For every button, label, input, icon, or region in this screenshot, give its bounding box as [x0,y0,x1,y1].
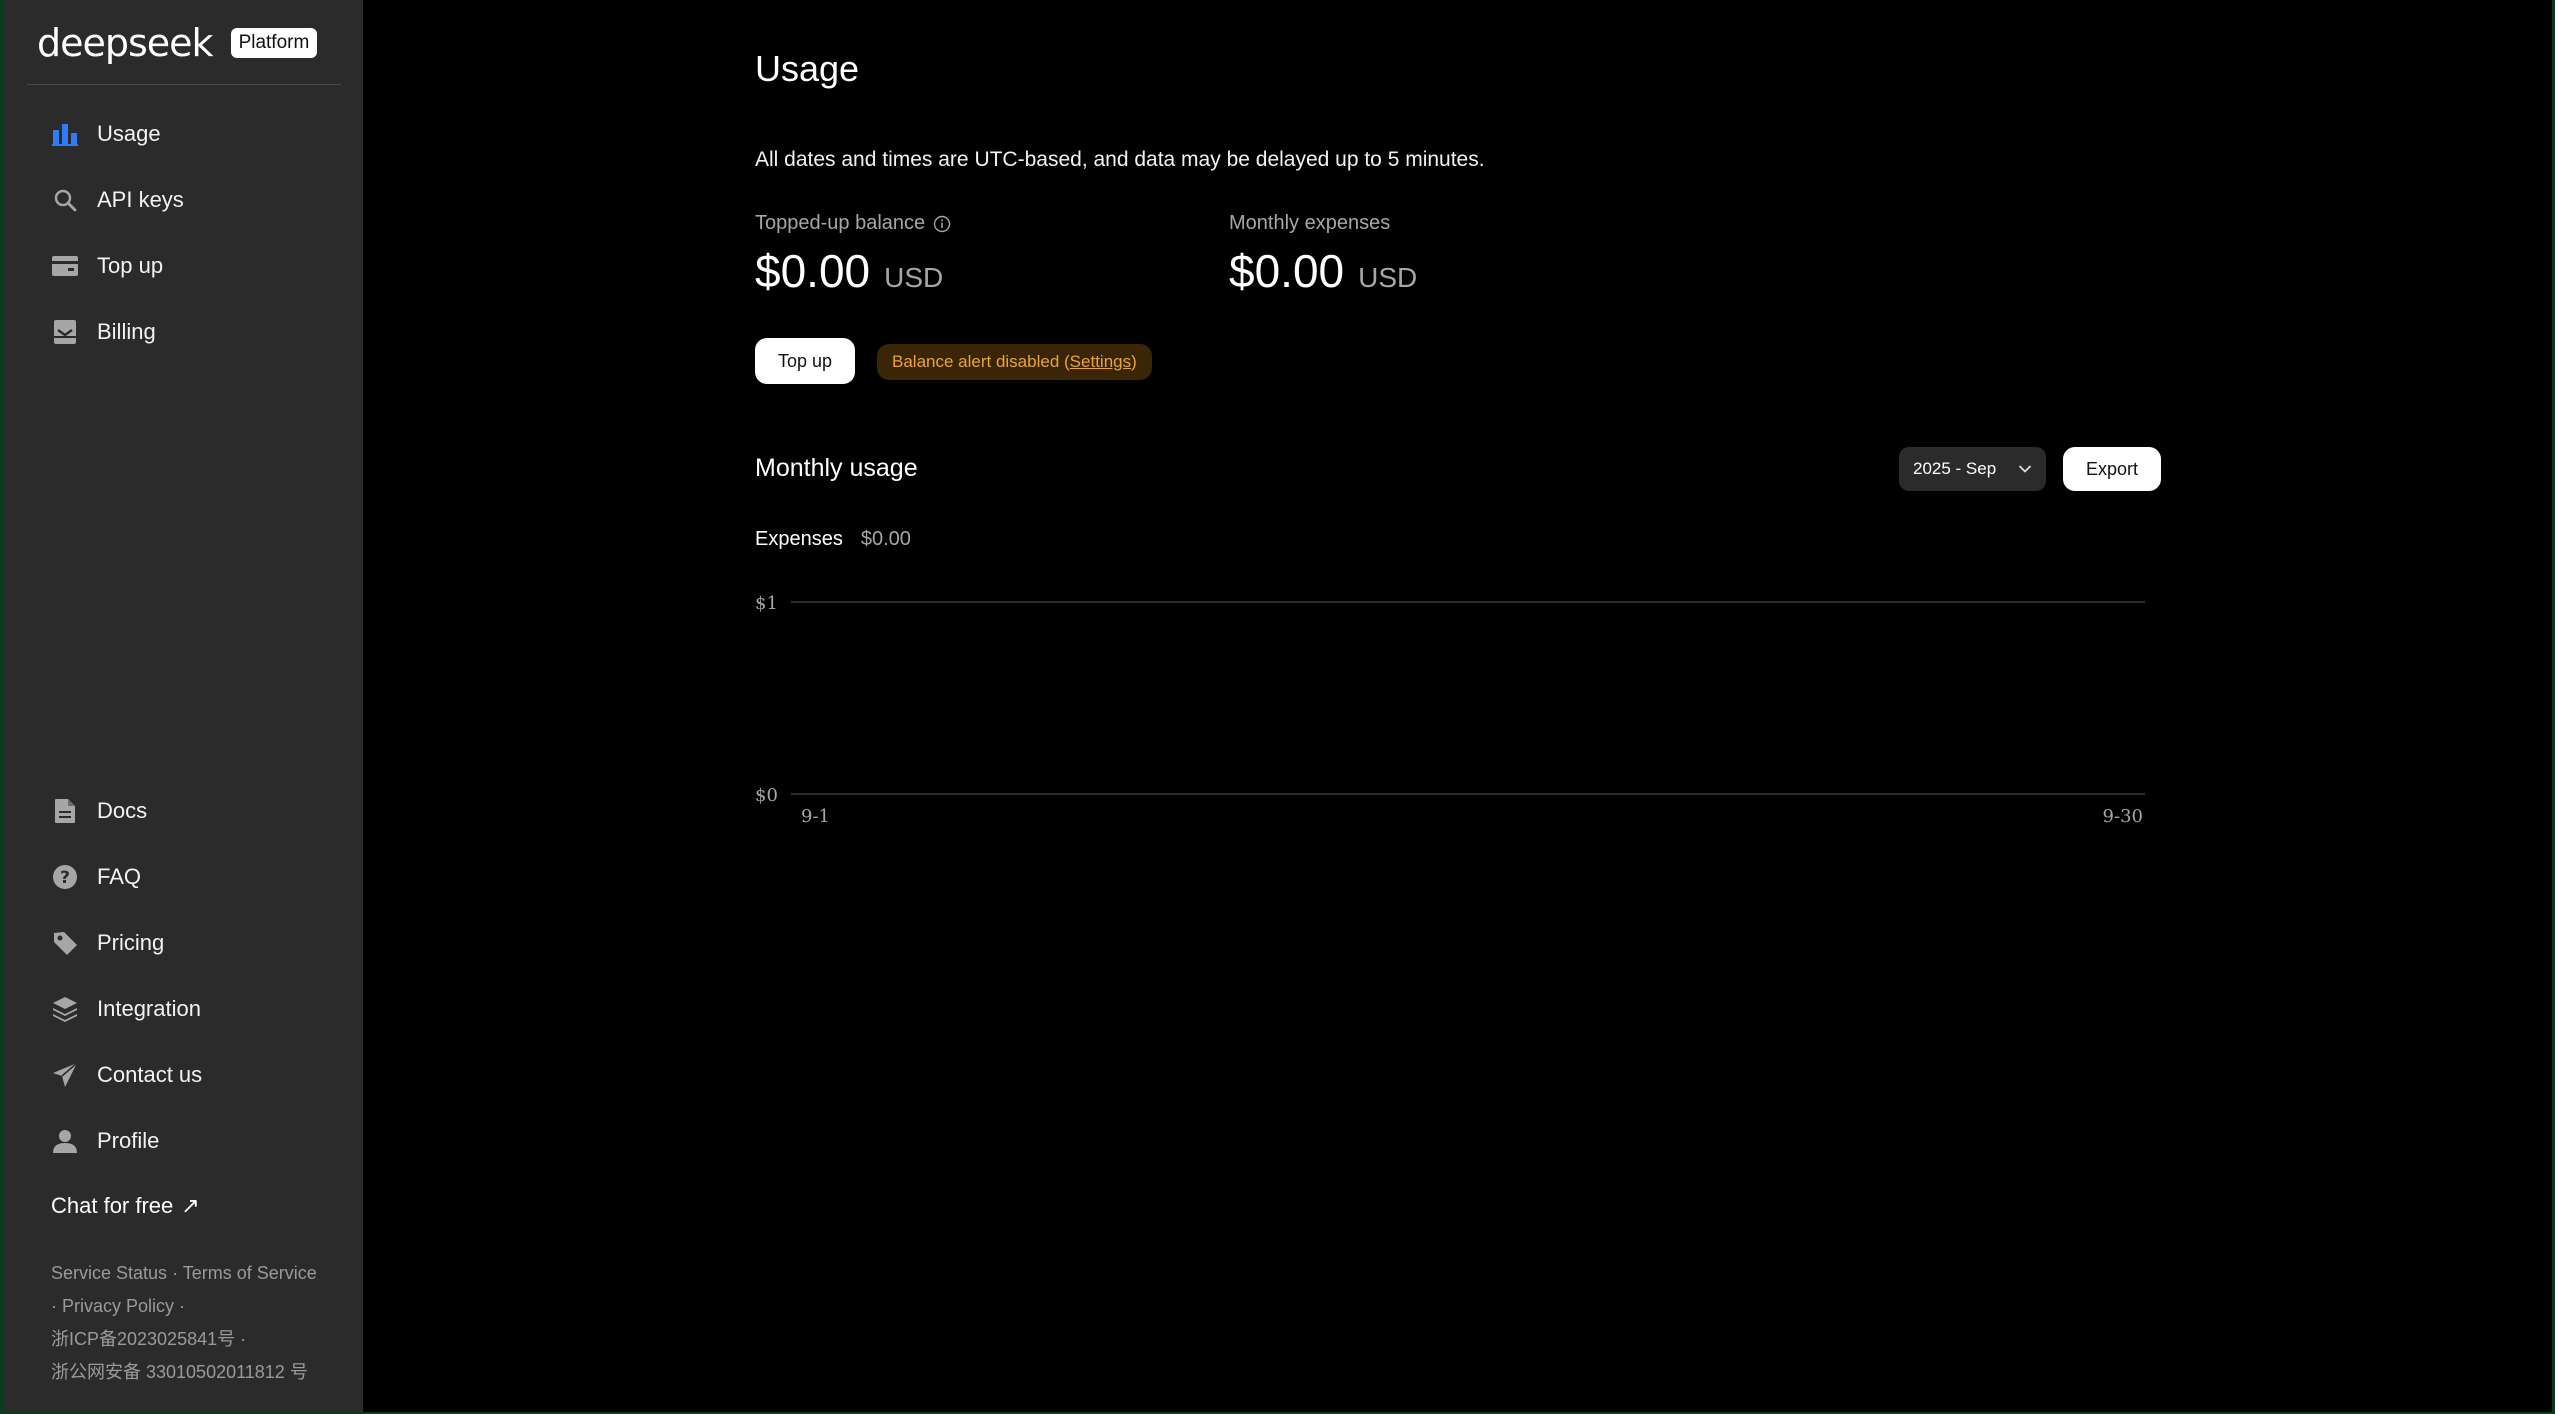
sidebar-item-label: Billing [97,319,156,344]
sidebar-item-usage[interactable]: Usage [51,109,161,159]
sidebar-item-billing[interactable]: Billing [51,307,156,357]
user-icon [51,1127,79,1155]
sidebar-item-label: Usage [97,121,161,146]
x-tick-label: 9-30 [2103,806,2143,827]
chart-legend: Expenses $0.00 [755,528,911,551]
icp-license-link[interactable]: 浙ICP备2023025841号 · [51,1329,246,1349]
layers-icon [51,995,79,1023]
sidebar-footer: Service Status · Terms of Service · Priv… [51,1257,351,1389]
month-select[interactable]: 2025 - Sep [1899,447,2046,491]
send-icon [51,1061,79,1089]
page-title: Usage [755,48,860,89]
sidebar-item-top-up[interactable]: Top up [51,241,163,291]
police-record-link[interactable]: 浙公网安备 33010502011812 号 [51,1362,308,1382]
sidebar-item-integration[interactable]: Integration [51,984,201,1034]
sidebar: deepseek Platform Usage API keys Top up [3,0,363,1412]
y-tick-label: $1 [755,593,778,614]
sidebar-item-label: API keys [97,187,184,212]
brand-logo[interactable]: deepseek Platform [37,18,318,68]
chat-for-free-label: Chat for free [51,1193,174,1218]
bar-chart-icon [51,120,79,148]
sidebar-item-label: Profile [97,1128,160,1153]
x-tick-label: 9-1 [801,806,830,827]
sidebar-item-pricing[interactable]: Pricing [51,918,164,968]
service-status-link[interactable]: Service Status [51,1263,167,1283]
question-icon: ? [51,863,79,891]
balance-label-text: Topped-up balance [755,212,926,234]
legend-series-name: Expenses [755,528,843,550]
month-select-value: 2025 - Sep [1913,459,1997,478]
app-frame: deepseek Platform Usage API keys Top up [3,0,2552,1412]
balance-value: $0.00 USD [755,244,943,298]
external-arrow-icon: ↗ [181,1193,200,1218]
balance-alert-badge: Balance alert disabled (Settings) [877,344,1152,380]
search-icon [51,186,79,214]
balance-label: Topped-up balance [755,212,951,235]
sidebar-item-label: Docs [97,798,148,823]
alert-suffix: ) [1131,352,1137,371]
export-button[interactable]: Export [2063,447,2161,491]
wallet-icon [51,252,79,280]
alert-settings-link[interactable]: Settings [1070,352,1131,372]
expenses-label: Monthly expenses [1229,212,1390,235]
legend-series-value: $0.00 [860,528,911,550]
y-tick-label: $0 [755,785,778,806]
balance-unit: USD [884,262,944,293]
sidebar-item-label: Pricing [97,930,165,955]
sidebar-item-profile[interactable]: Profile [51,1116,159,1166]
sidebar-item-label: Top up [97,253,164,278]
usage-chart: $1 $0 9-1 9-30 [755,593,2145,827]
balance-amount: $0.00 [755,245,871,297]
main-content: Usage All dates and times are UTC-based,… [363,0,2552,1412]
sidebar-divider [27,84,341,85]
sidebar-item-label: Integration [97,996,201,1021]
platform-badge: Platform [230,28,318,58]
top-up-button[interactable]: Top up [755,338,855,384]
monthly-usage-title: Monthly usage [755,454,918,482]
invoice-icon [51,318,79,346]
chat-for-free-link[interactable]: Chat for free ↗ [51,1186,200,1226]
logo-text: deepseek [37,21,214,65]
chevron-down-icon [2018,459,2032,479]
sidebar-item-api-keys[interactable]: API keys [51,175,184,225]
info-icon[interactable] [933,215,951,233]
expenses-amount: $0.00 [1229,245,1345,297]
alert-prefix: Balance alert disabled ( [892,352,1070,371]
sidebar-item-label: FAQ [97,864,142,889]
svg-text:?: ? [60,868,70,888]
separator: · [174,1296,186,1316]
expenses-value: $0.00 USD [1229,244,1417,298]
expenses-unit: USD [1358,262,1418,293]
separator: · [167,1263,183,1283]
terms-of-service-link[interactable]: Terms of Service [183,1263,317,1283]
sidebar-item-docs[interactable]: Docs [51,786,147,836]
separator: · [51,1296,62,1316]
privacy-policy-link[interactable]: Privacy Policy [62,1296,174,1316]
sidebar-item-label: Contact us [97,1062,203,1087]
utc-notice: All dates and times are UTC-based, and d… [755,148,1485,171]
expenses-label-text: Monthly expenses [1229,212,1391,234]
sidebar-item-contact-us[interactable]: Contact us [51,1050,202,1100]
sidebar-item-faq[interactable]: ? FAQ [51,852,141,902]
tag-icon [51,929,79,957]
document-icon [51,797,79,825]
